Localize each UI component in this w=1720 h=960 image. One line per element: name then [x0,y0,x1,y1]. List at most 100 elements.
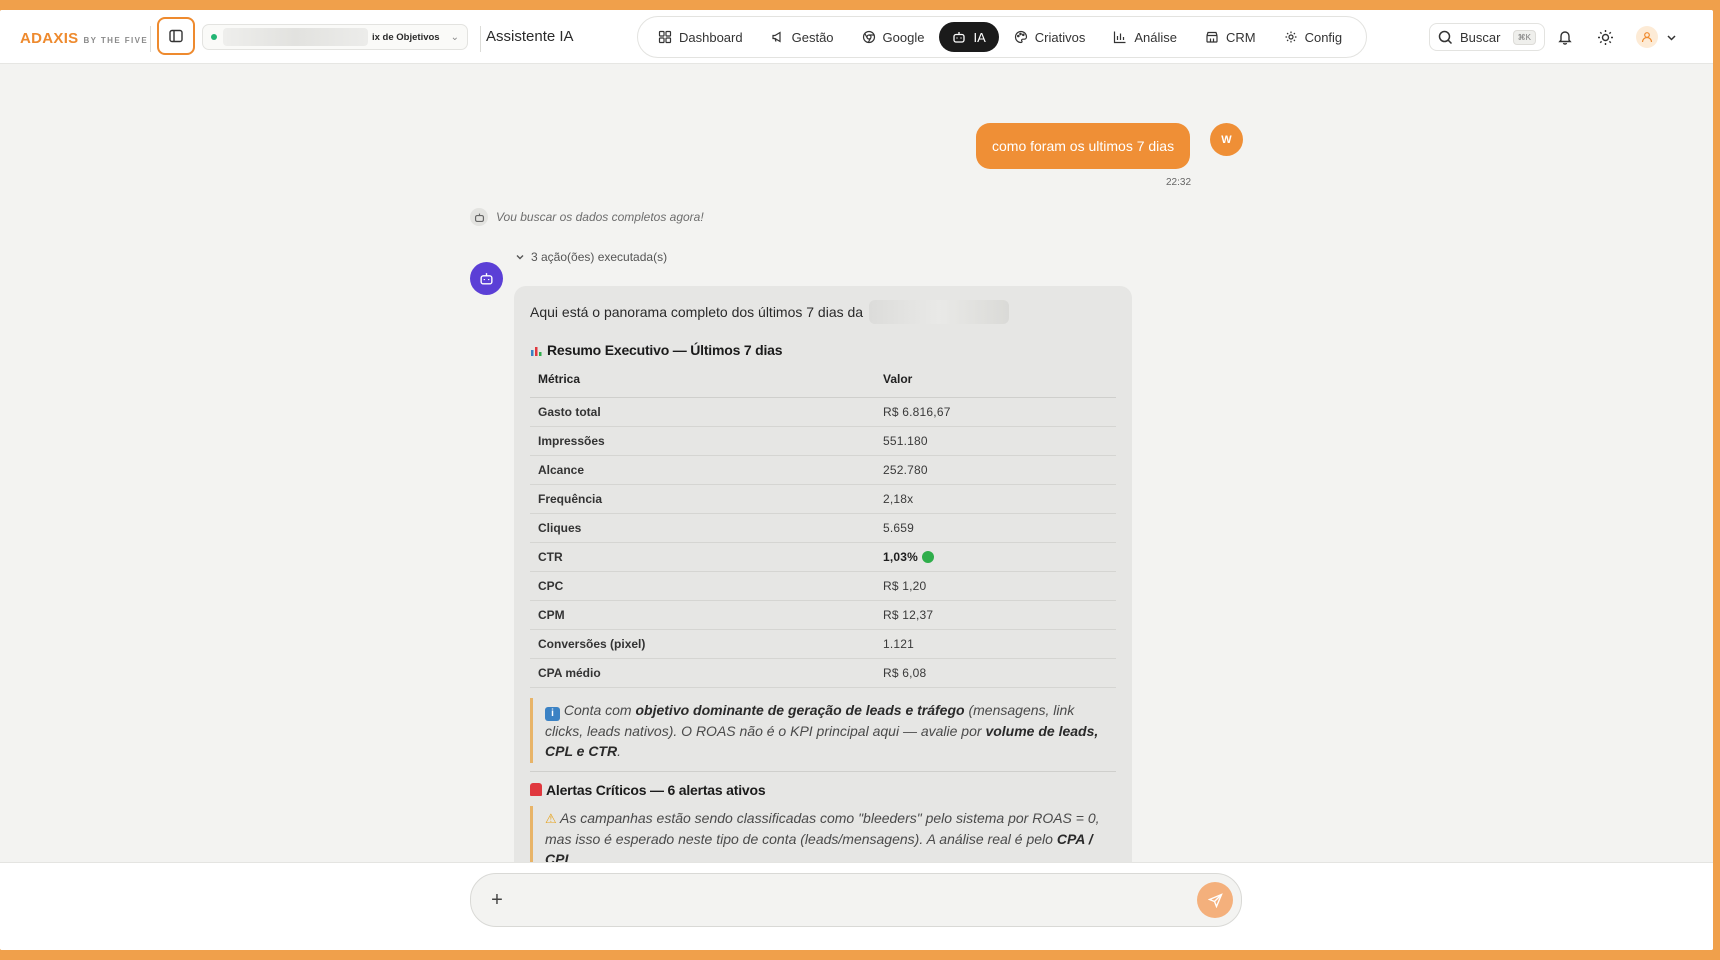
brand-name: ADAXIS [20,30,79,47]
siren-icon [530,783,542,796]
sidebar-toggle-button[interactable] [157,17,195,55]
note-text: . [617,742,621,759]
actions-toggle[interactable]: 3 ação(ões) executada(s) [515,250,667,264]
metric-name: CTR [530,542,875,572]
summary-heading: Resumo Executivo — Últimos 7 dias [530,342,1116,358]
table-row: CTR 1,03% [530,542,1116,572]
nav-label: IA [973,29,986,45]
account-name: ix de Objetivos [372,31,440,43]
bot-icon [480,273,493,285]
account-status-dot [211,34,217,40]
palette-icon [1014,30,1027,44]
message-composer: + [470,873,1242,927]
megaphone-icon [772,31,781,43]
metric-name: Alcance [530,455,875,485]
assistant-status: Vou buscar os dados completos agora! [470,208,704,226]
bar-chart-icon [531,346,542,356]
notifications-button[interactable] [1552,24,1578,50]
metric-name: Frequência [530,484,875,514]
table-row: CPA médio R$ 6,08 [530,658,1116,688]
send-icon [1207,892,1223,908]
nav-crm[interactable]: CRM [1192,22,1269,52]
account-selector[interactable]: ix de Objetivos ⌄ [202,24,468,50]
chevron-down-icon: ⌄ [450,31,459,43]
nav-label: Criativos [1034,29,1086,45]
table-row: Cliques 5.659 [530,513,1116,543]
metric-value: 5.659 [875,513,1116,543]
assistant-message: Aqui está o panorama completo dos último… [514,286,1132,886]
chat-area[interactable]: como foram os ultimos 7 dias W 22:32 Vou… [0,64,1713,886]
alerts-heading: Alertas Críticos — 6 alertas ativos [530,782,1116,798]
add-attachment-button[interactable]: + [487,889,507,912]
nav-label: Dashboard [679,29,743,45]
send-button[interactable] [1197,882,1233,918]
sidebar-panel-icon [169,29,183,43]
metric-name: CPA médio [530,658,875,688]
google-icon [862,30,875,44]
top-bar: ADAXIS BY THE FIVE ix de Objetivos ⌄ Ass… [0,10,1713,64]
status-text: Vou buscar os dados completos agora! [496,210,704,224]
user-message: como foram os ultimos 7 dias [976,123,1191,169]
alert-text: As campanhas estão sendo classificadas c… [545,809,1100,847]
nav-ia[interactable]: IA [939,22,999,52]
summary-title: Resumo Executivo — Últimos 7 dias [547,342,783,358]
page-title: Assistente IA [486,28,574,45]
table-row: Frequência 2,18x [530,484,1116,514]
assistant-avatar [470,262,503,295]
crm-icon [1206,31,1218,43]
metric-value: 551.180 [875,426,1116,456]
composer-bar: + [0,862,1713,950]
chevron-down-icon [516,255,524,260]
search-shortcut: ⌘K [1512,29,1536,45]
metric-value: R$ 6.816,67 [875,397,1116,427]
nav-google[interactable]: Google [849,22,938,52]
bell-icon [1558,31,1572,45]
theme-toggle-button[interactable] [1592,24,1618,50]
metric-value: R$ 1,20 [875,571,1116,601]
brand-logo[interactable]: ADAXIS BY THE FIVE [20,30,148,47]
nav-label: Google [882,29,925,45]
metric-name: Conversões (pixel) [530,629,875,659]
message-input[interactable] [521,892,1197,908]
nav-config[interactable]: Config [1271,22,1356,52]
search-button[interactable]: Buscar ⌘K [1429,23,1545,51]
reply-intro: Aqui está o panorama completo dos último… [530,300,1116,324]
dashboard-icon [658,30,672,44]
user-menu[interactable] [1636,24,1686,50]
info-callout: i Conta com objetivo dominante de geraçã… [530,697,1116,763]
nav-label: Análise [1134,29,1177,45]
user-icon [1641,32,1653,43]
note-emphasis: objetivo dominante de geração de leads e… [635,701,965,718]
brand-tagline: BY THE FIVE [83,36,149,45]
metrics-table: Métrica Valor Gasto total R$ 6.816,67 Imp… [530,370,1116,688]
info-icon: i [545,706,560,721]
metric-value: R$ 12,37 [875,600,1116,630]
note-text: Conta com [563,701,632,718]
header-divider [480,26,481,52]
nav-label: CRM [1225,29,1256,45]
gear-icon [1285,31,1297,43]
divider [530,770,1116,772]
redacted-client-name [869,300,1010,324]
table-row: Conversões (pixel) 1.121 [530,629,1116,659]
nav-label: Gestão [791,29,834,45]
bar-chart-icon [1114,31,1126,44]
nav-gestao[interactable]: Gestão [758,22,847,52]
column-header: Valor [875,370,1116,398]
metric-value-cell: 1,03% [875,542,1116,572]
alerts-title: Alertas Críticos — 6 alertas ativos [546,781,766,798]
metric-value: 1.121 [875,629,1116,659]
nav-criativos[interactable]: Criativos [1001,22,1099,52]
search-label: Buscar [1460,29,1501,45]
bot-icon [953,32,966,43]
redacted-account-name [223,28,368,46]
app-window: ADAXIS BY THE FIVE ix de Objetivos ⌄ Ass… [0,10,1713,950]
search-icon [1438,30,1453,44]
column-header: Métrica [530,370,875,398]
nav-dashboard[interactable]: Dashboard [645,22,756,52]
metric-name: CPC [530,571,875,601]
user-avatar: W [1210,123,1243,156]
table-row: CPC R$ 1,20 [530,571,1116,601]
bot-icon [470,208,488,226]
nav-analise[interactable]: Análise [1100,22,1190,52]
